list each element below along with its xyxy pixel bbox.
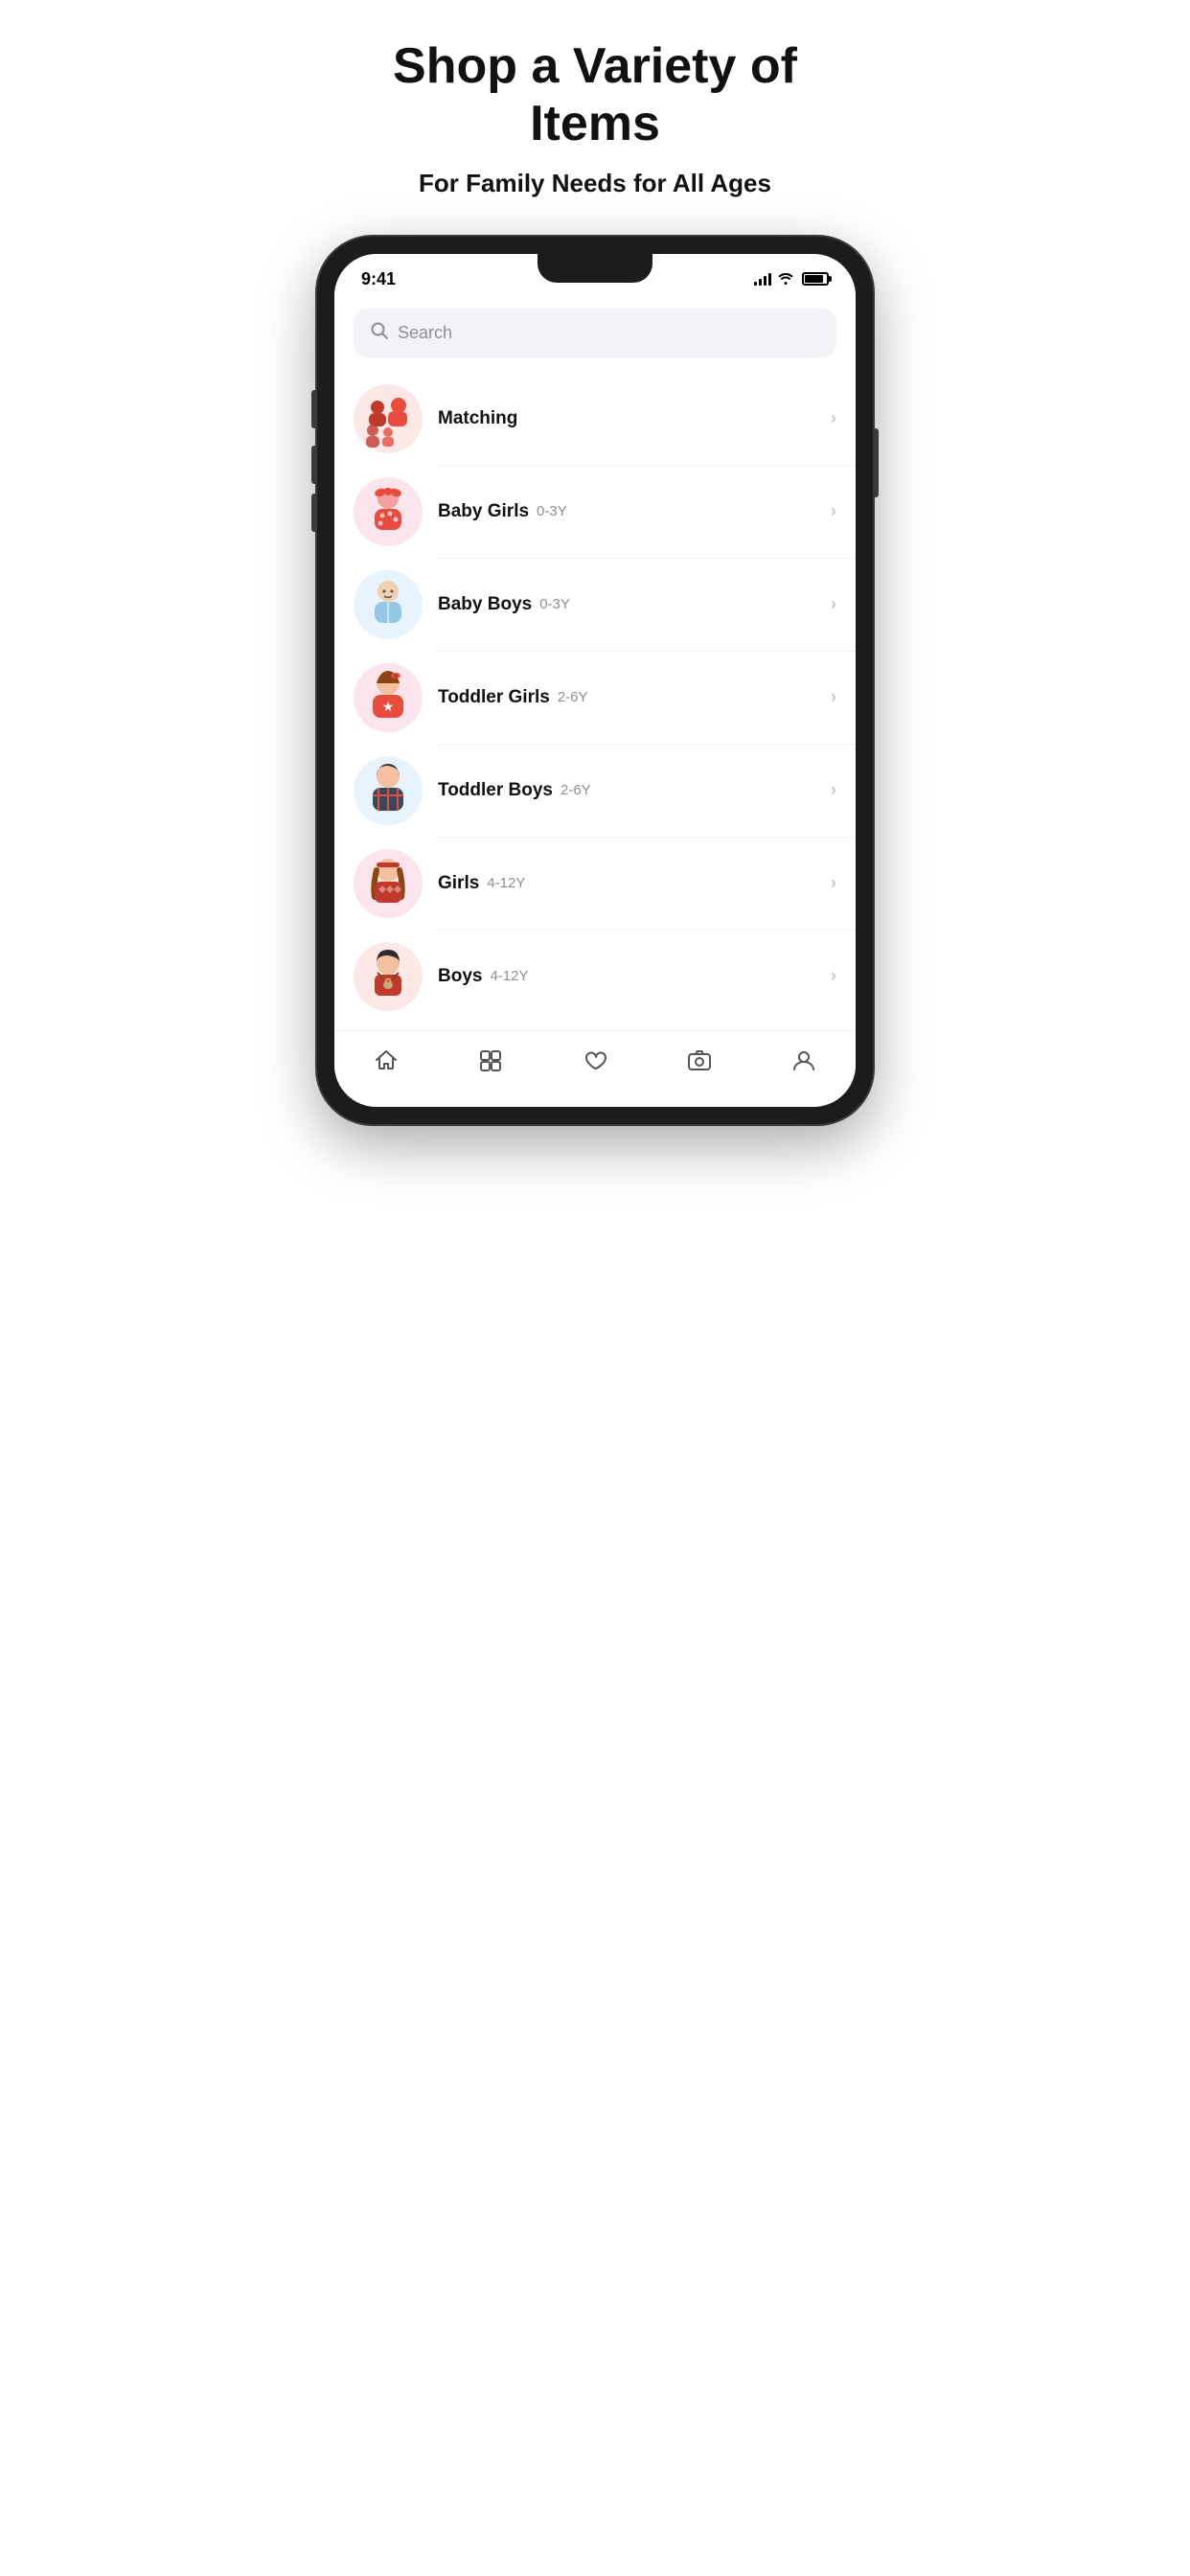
profile-icon (791, 1048, 816, 1080)
page-header: Shop a Variety of Items For Family Needs… (327, 38, 863, 198)
signal-icon (754, 272, 771, 286)
search-icon (371, 322, 388, 344)
svg-text:★: ★ (382, 699, 395, 714)
category-age-baby-girls: 0-3Y (537, 503, 567, 519)
category-name-baby-girls: Baby Girls (438, 501, 529, 522)
category-item-girls[interactable]: Girls 4-12Y › (334, 838, 856, 930)
wishlist-icon (583, 1048, 607, 1080)
category-name-matching: Matching (438, 408, 517, 429)
category-age-boys: 4-12Y (490, 968, 528, 984)
category-info-boys: Boys 4-12Y (438, 966, 815, 987)
category-age-baby-boys: 0-3Y (539, 596, 570, 612)
chevron-right-matching: › (831, 408, 836, 428)
category-avatar-baby-girls (354, 477, 423, 546)
camera-icon (687, 1048, 712, 1080)
chevron-right-baby-boys: › (831, 594, 836, 614)
battery-icon (802, 272, 829, 286)
category-avatar-baby-boys (354, 570, 423, 639)
category-avatar-toddler-boys (354, 756, 423, 825)
bottom-nav (334, 1030, 856, 1107)
category-item-boys[interactable]: Boys 4-12Y › (334, 931, 856, 1023)
category-name-boys: Boys (438, 966, 482, 987)
search-bar[interactable]: Search (354, 309, 836, 357)
category-list: Matching › (334, 365, 856, 1030)
category-item-toddler-boys[interactable]: Toddler Boys 2-6Y › (334, 745, 856, 837)
nav-item-wishlist[interactable] (567, 1045, 623, 1084)
search-placeholder: Search (398, 323, 452, 343)
phone-frame: 9:41 (317, 237, 873, 1124)
category-name-baby-boys: Baby Boys (438, 594, 532, 615)
category-item-baby-girls[interactable]: Baby Girls 0-3Y › (334, 466, 856, 558)
page-title: Shop a Variety of Items (327, 38, 863, 153)
nav-item-categories[interactable] (463, 1045, 518, 1084)
categories-icon (478, 1048, 503, 1080)
status-time: 9:41 (361, 269, 396, 289)
category-info-matching: Matching (438, 408, 815, 429)
category-age-girls: 4-12Y (487, 875, 525, 891)
chevron-right-toddler-girls: › (831, 687, 836, 707)
search-container: Search (334, 297, 856, 365)
category-avatar-boys (354, 942, 423, 1011)
category-item-toddler-girls[interactable]: ★ Toddler Girls 2-6Y › (334, 652, 856, 744)
notch (538, 254, 652, 283)
home-icon (374, 1048, 399, 1080)
wifi-icon (777, 271, 794, 288)
nav-item-home[interactable] (358, 1045, 414, 1084)
category-info-baby-girls: Baby Girls 0-3Y (438, 501, 815, 522)
chevron-right-boys: › (831, 966, 836, 986)
category-avatar-matching (354, 384, 423, 453)
category-info-toddler-boys: Toddler Boys 2-6Y (438, 780, 815, 801)
category-name-toddler-girls: Toddler Girls (438, 687, 550, 708)
category-info-baby-boys: Baby Boys 0-3Y (438, 594, 815, 615)
status-icons (754, 271, 829, 288)
category-avatar-toddler-girls: ★ (354, 663, 423, 732)
chevron-right-girls: › (831, 873, 836, 893)
nav-item-profile[interactable] (776, 1045, 832, 1084)
category-name-toddler-boys: Toddler Boys (438, 780, 553, 801)
category-age-toddler-boys: 2-6Y (561, 782, 591, 798)
page-subtitle: For Family Needs for All Ages (327, 169, 863, 198)
category-item-matching[interactable]: Matching › (334, 373, 856, 465)
nav-item-camera[interactable] (672, 1045, 727, 1084)
category-info-toddler-girls: Toddler Girls 2-6Y (438, 687, 815, 708)
category-item-baby-boys[interactable]: Baby Boys 0-3Y › (334, 559, 856, 651)
category-avatar-girls (354, 849, 423, 918)
category-age-toddler-girls: 2-6Y (558, 689, 588, 705)
chevron-right-toddler-boys: › (831, 780, 836, 800)
phone-screen: 9:41 (334, 254, 856, 1107)
chevron-right-baby-girls: › (831, 501, 836, 521)
category-info-girls: Girls 4-12Y (438, 873, 815, 894)
category-name-girls: Girls (438, 873, 479, 894)
